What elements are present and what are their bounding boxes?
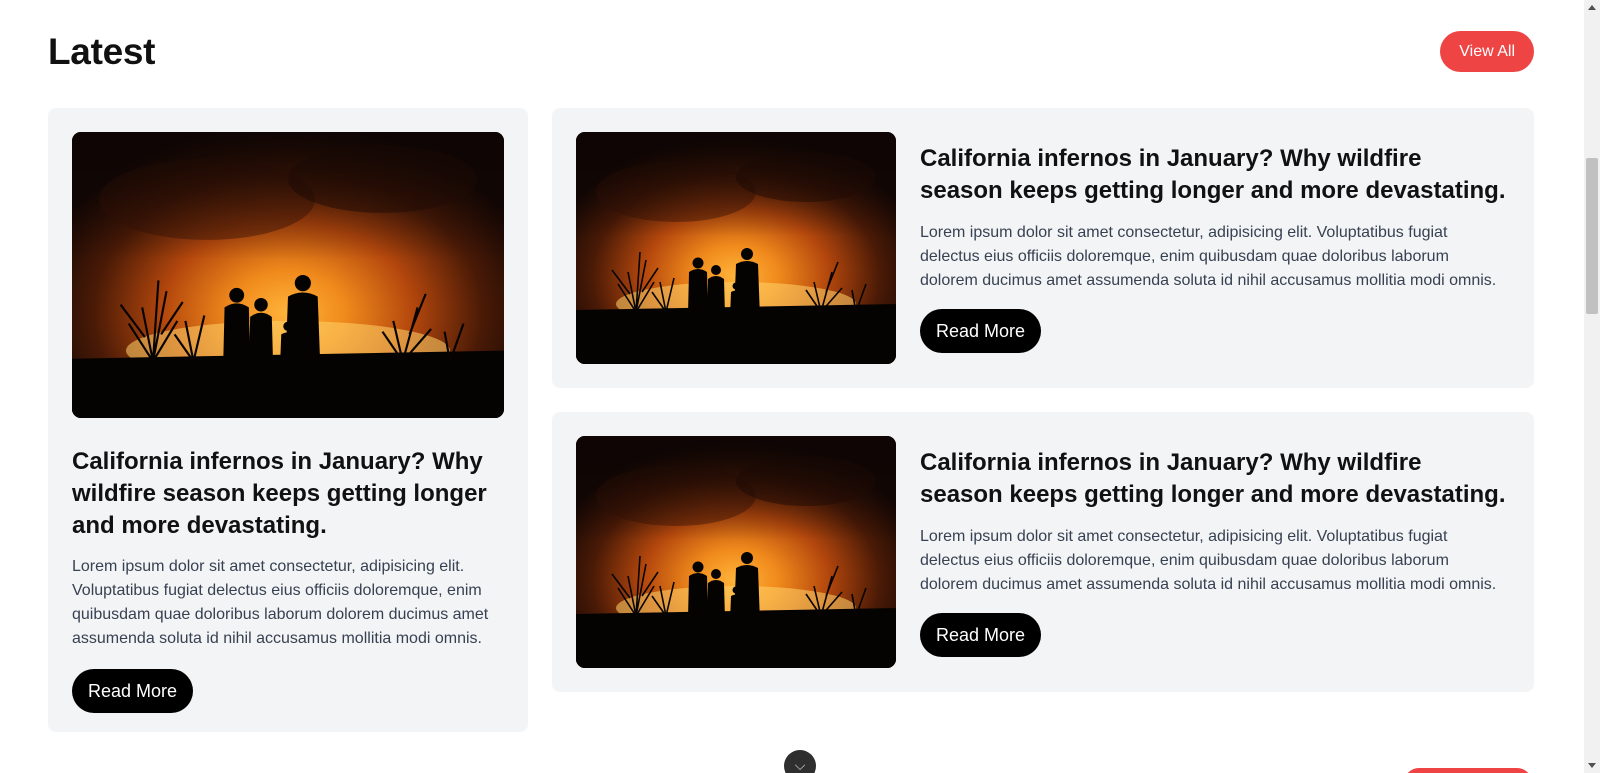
scrollbar-thumb[interactable] [1586, 158, 1598, 314]
article-excerpt: Lorem ipsum dolor sit amet consectetur, … [72, 558, 489, 647]
article-title[interactable]: California infernos in January? Why wild… [920, 143, 1510, 207]
article-card: California infernos in January? Why wild… [552, 412, 1534, 692]
scroll-toggle-button[interactable]: ⌵ [784, 750, 816, 773]
read-more-button[interactable]: Read More [72, 669, 194, 713]
wildfire-silhouettes-photo[interactable] [72, 132, 504, 418]
article-title[interactable]: California infernos in January? Why wild… [72, 446, 504, 542]
chevron-down-icon: ⌵ [794, 757, 806, 773]
article-body: California infernos in January? Why wild… [920, 143, 1510, 353]
read-more-button[interactable]: Read More [920, 613, 1042, 657]
article-excerpt: Lorem ipsum dolor sit amet consectetur, … [920, 528, 1497, 593]
featured-article-card: California infernos in January? Why wild… [48, 108, 528, 732]
article-card: California infernos in January? Why wild… [552, 108, 1534, 388]
scroll-down-arrow-icon[interactable] [1588, 763, 1596, 768]
view-all-button[interactable]: View All [1440, 31, 1534, 72]
wildfire-silhouettes-photo[interactable] [576, 132, 896, 364]
article-body: California infernos in January? Why wild… [920, 447, 1510, 657]
article-title[interactable]: California infernos in January? Why wild… [920, 447, 1510, 511]
page-scrollbar[interactable] [1584, 0, 1600, 773]
wildfire-silhouettes-photo[interactable] [576, 436, 896, 668]
scroll-up-arrow-icon[interactable] [1588, 5, 1596, 10]
read-more-button[interactable]: Read More [920, 309, 1042, 353]
article-excerpt: Lorem ipsum dolor sit amet consectetur, … [920, 224, 1497, 289]
page: Latest View All California infernos in J… [0, 0, 1600, 773]
section-title: Latest [48, 31, 156, 72]
next-section-view-all-button[interactable] [1404, 768, 1532, 773]
section-header: Latest View All [48, 28, 1534, 78]
